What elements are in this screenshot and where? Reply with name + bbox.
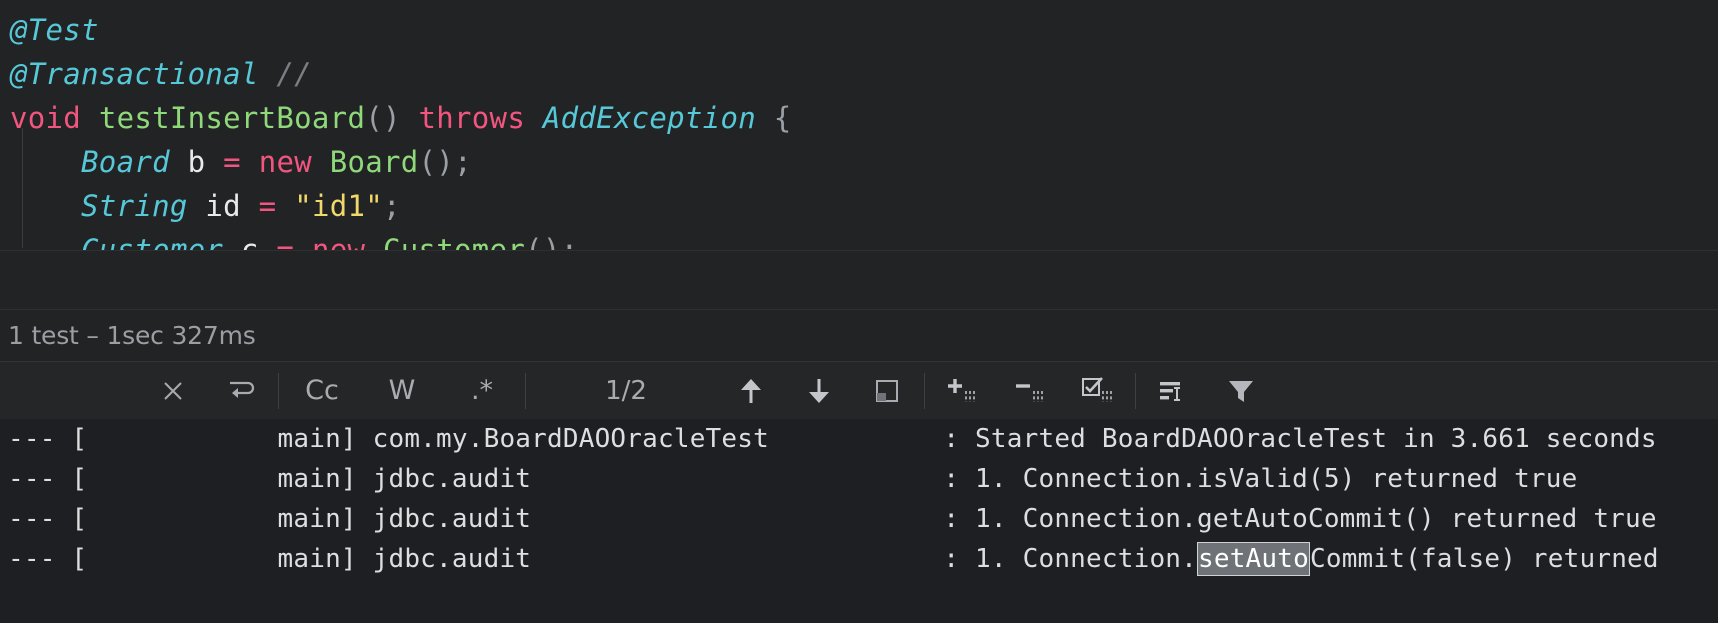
regex-button[interactable]: .* [453, 368, 511, 414]
find-toolbar[interactable]: Cc W .* 1/2 [0, 361, 1718, 419]
log-text: --- [ main] jdbc.audit : 1. Connection. [8, 544, 1197, 574]
code-token: = [258, 189, 277, 223]
code-token: // [276, 57, 312, 91]
match-counter: 1/2 [605, 375, 647, 406]
code-token: (); [418, 145, 472, 179]
test-run-summary: 1 test – 1sec 327ms [8, 321, 256, 350]
expand-all-icon [948, 378, 975, 402]
code-token: @Transactional [10, 57, 259, 91]
log-line-getautocommit: --- [ main] jdbc.audit : 1. Connection.g… [0, 499, 1718, 539]
close-icon [164, 381, 182, 400]
toolbar-divider [1135, 372, 1136, 409]
filter-funnel-icon [1229, 380, 1253, 402]
toolbar-divider [278, 372, 279, 409]
expand-all-button[interactable] [939, 368, 985, 414]
code-token: AddException [542, 101, 756, 135]
soft-wrap-button[interactable] [1150, 368, 1196, 414]
log-line-started: --- [ main] com.my.BoardDAOOracleTest : … [0, 419, 1718, 459]
code-token: b [187, 145, 206, 179]
code-token: c [240, 233, 259, 250]
close-find-button[interactable] [150, 368, 196, 414]
code-token: throws [418, 101, 526, 135]
arrow-up-icon [741, 378, 761, 403]
test-run-status-bar: 1 test – 1sec 327ms [0, 309, 1718, 361]
match-case-button[interactable]: Cc [293, 368, 351, 414]
code-token: "id1" [294, 189, 384, 223]
code-token: = [223, 145, 241, 179]
log-text: Commit(false) returned [1309, 544, 1659, 574]
code-token: (); [525, 233, 579, 250]
code-token: Customer [81, 233, 224, 250]
code-token: String [81, 189, 188, 223]
find-previous-button[interactable] [728, 368, 774, 414]
whole-words-button[interactable]: W [373, 368, 431, 414]
code-token: @Test [10, 13, 99, 47]
log-text: --- [ main] com.my.BoardDAOOracleTest : … [8, 424, 1657, 454]
indent-guide [22, 128, 23, 248]
toolbar-divider [924, 372, 925, 409]
code-token: new [258, 145, 312, 179]
console-output-panel[interactable]: --- [ main] com.my.BoardDAOOracleTest : … [0, 419, 1718, 623]
code-token: new [311, 233, 366, 250]
log-text: --- [ main] jdbc.audit : 1. Connection.g… [8, 504, 1657, 534]
arrow-down-icon [809, 378, 829, 403]
soft-wrap-icon [1160, 381, 1180, 401]
line-string-decl: String id = "id1"; [0, 184, 1718, 228]
console-line-list: --- [ main] com.my.BoardDAOOracleTest : … [0, 419, 1718, 579]
code-token: id [205, 189, 241, 223]
filter-button[interactable] [1218, 368, 1264, 414]
line-annot-transactional: @Transactional // [0, 52, 1718, 96]
search-match-highlight[interactable]: setAuto [1197, 542, 1310, 576]
code-token: void [10, 101, 82, 135]
editor-empty-area [0, 250, 1718, 309]
code-token: { [773, 101, 792, 135]
collapse-all-button[interactable] [1007, 368, 1053, 414]
code-editor[interactable]: @Test @Transactional //void testInsertBoa… [0, 0, 1718, 250]
line-annot-test: @Test [0, 8, 1718, 52]
code-token: testInsertBoard [98, 101, 366, 135]
code-token: () [365, 101, 401, 135]
log-line-isvalid: --- [ main] jdbc.audit : 1. Connection.i… [0, 459, 1718, 499]
log-line-setautocommit: --- [ main] jdbc.audit : 1. Connection.s… [0, 539, 1718, 579]
open-in-new-window-icon [876, 379, 898, 402]
select-checkbox-icon [1082, 376, 1112, 402]
code-token: Board [329, 145, 419, 179]
collapse-all-icon [1016, 383, 1043, 402]
toolbar-divider [525, 372, 526, 409]
select-checkbox-button[interactable] [1075, 368, 1121, 414]
line-method-signature: void testInsertBoard() throws AddExcepti… [0, 96, 1718, 140]
code-line-list: @Test @Transactional //void testInsertBoa… [0, 8, 1718, 250]
find-wrap-arrow-icon [230, 381, 255, 398]
find-wrap-button[interactable] [218, 368, 264, 414]
code-token: ; [383, 189, 401, 223]
code-token: = [276, 233, 295, 250]
find-next-button[interactable] [796, 368, 842, 414]
open-in-new-window-button[interactable] [864, 368, 910, 414]
code-token: Customer [383, 233, 526, 250]
code-token: Board [81, 145, 170, 179]
log-text: --- [ main] jdbc.audit : 1. Connection.i… [8, 464, 1578, 494]
line-board-decl: Board b = new Board(); [0, 140, 1718, 184]
line-customer-decl: Customer c = new Customer(); [0, 228, 1718, 250]
